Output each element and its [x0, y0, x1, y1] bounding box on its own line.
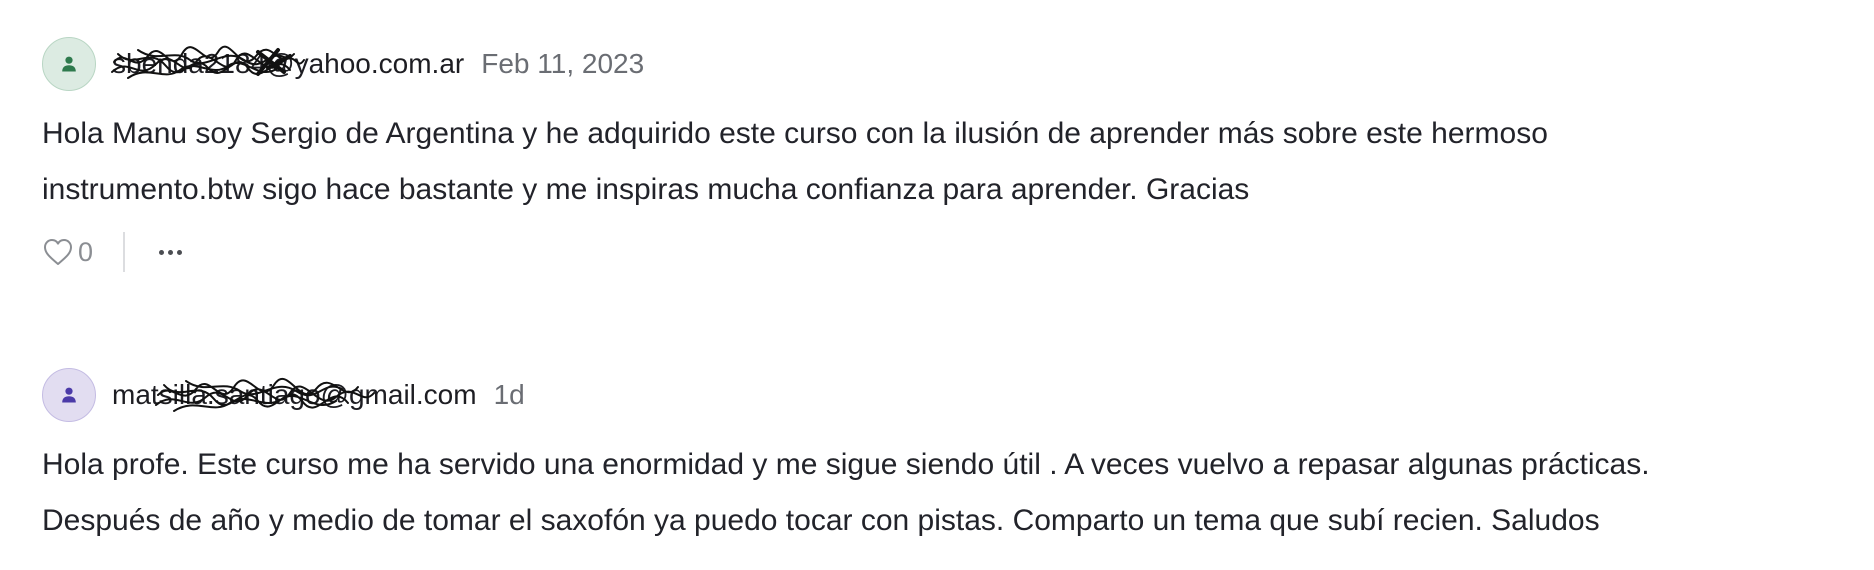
comment-body: Hola Manu soy Sergio de Argentina y he a… — [42, 106, 1874, 218]
heart-icon — [44, 239, 72, 265]
user-icon — [62, 387, 76, 403]
comment: sbenda2184@yahoo.com.ar Feb 11, 2023 Hol… — [42, 36, 1874, 272]
comment-body: Hola profe. Este curso me ha servido una… — [42, 437, 1874, 549]
comment-body-line: instrumento.btw sigo hace bastante y me … — [42, 173, 1250, 206]
avatar[interactable] — [42, 37, 96, 91]
comment: matsilla.santiago@gmail.com 1d Hola prof… — [42, 367, 1874, 549]
comment-actions: 0 — [42, 232, 1874, 272]
comment-timestamp: Feb 11, 2023 — [481, 48, 645, 79]
comment-timestamp: 1d — [493, 379, 525, 410]
like-button[interactable]: 0 — [42, 237, 93, 268]
like-count: 0 — [78, 236, 94, 267]
comment-header: matsilla.santiago@gmail.com 1d — [42, 367, 1874, 423]
author-name[interactable]: matsilla.santiago@gmail.com — [112, 379, 477, 410]
more-options-button[interactable] — [159, 237, 183, 267]
comment-body-line: Hola Manu soy Sergio de Argentina y he a… — [42, 117, 1548, 150]
comment-header: sbenda2184@yahoo.com.ar Feb 11, 2023 — [42, 36, 1874, 92]
comment-body-line: Hola profe. Este curso me ha servido una… — [42, 448, 1650, 481]
avatar[interactable] — [42, 368, 96, 422]
more-horizontal-icon — [159, 249, 165, 255]
author-name[interactable]: sbenda2184@yahoo.com.ar — [112, 48, 464, 79]
action-divider — [123, 232, 126, 272]
user-icon — [62, 56, 76, 72]
comment-body-line: Después de año y medio de tomar el saxof… — [42, 504, 1600, 537]
